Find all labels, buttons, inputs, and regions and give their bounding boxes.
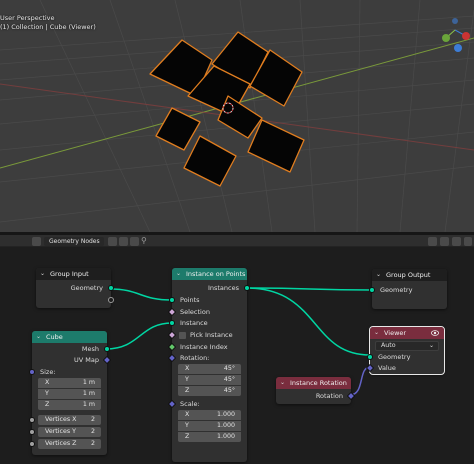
input-label-points: Points	[180, 296, 200, 304]
size-y-field[interactable]: Y1 m	[38, 389, 101, 399]
rotation-z-field[interactable]: Z 45°	[178, 386, 241, 396]
pick-instance-checkbox[interactable]	[179, 332, 186, 339]
rotation-x-field[interactable]: X 45°	[178, 364, 241, 374]
blender-window: User Perspective (1) Collection | Cube (…	[0, 0, 474, 464]
fake-user-shield-icon[interactable]	[108, 237, 117, 246]
output-label-instances: Instances	[207, 284, 239, 292]
output-label-geometry: Geometry	[70, 284, 103, 292]
link-mesh-to-instance	[105, 322, 173, 350]
node-title: Group Input	[50, 270, 89, 278]
input-socket-vertices-x[interactable]	[29, 417, 35, 423]
scale-z-field[interactable]: Z 1.000	[178, 432, 241, 442]
navigation-gizmo-icon	[442, 18, 470, 52]
size-z-field[interactable]: Z1 m	[38, 400, 101, 410]
cube-node[interactable]: ⌄ Cube Mesh UV Map Size: X1 m Y1 m Z1 m V…	[29, 331, 112, 455]
node-group-name: Geometry Nodes	[49, 238, 100, 245]
node-editor-canvas[interactable]: ⌄ Group Input Geometry ⌄ Cube Mesh UV Map …	[0, 247, 474, 464]
scale-label: Scale:	[180, 400, 200, 408]
output-socket-geometry[interactable]	[108, 285, 114, 291]
pick-instance-label: Pick Instance	[190, 331, 233, 339]
editor-type-icon[interactable]	[32, 237, 41, 246]
collapse-chevron-icon[interactable]: ⌄	[176, 268, 181, 280]
eye-icon[interactable]	[431, 329, 439, 337]
close-icon[interactable]	[130, 237, 139, 246]
node-title: Cube	[46, 333, 63, 341]
link-rotation-to-value	[349, 366, 371, 396]
viewer-node[interactable]: ⌄ Viewer Auto ⌄ Geometry Value	[365, 326, 445, 375]
input-label-geometry: Geometry	[378, 353, 411, 361]
scale-y-field[interactable]: Y 1.000	[178, 421, 241, 431]
output-label-mesh: Mesh	[81, 345, 99, 353]
viewer-header[interactable]: ⌄ Viewer	[370, 327, 444, 339]
rotation-label: Rotation:	[180, 354, 210, 362]
cube-node-header[interactable]: ⌄ Cube	[32, 331, 107, 343]
group-output-header[interactable]: ⌄ Group Output	[372, 269, 447, 281]
scale-x-field[interactable]: X 1.000	[178, 410, 241, 420]
input-socket-vertices-y[interactable]	[29, 429, 35, 435]
node-group-selector[interactable]: Geometry Nodes	[44, 237, 104, 246]
input-label-instance: Instance	[180, 319, 208, 327]
input-socket-points[interactable]	[169, 297, 175, 303]
rotation-y-field[interactable]: Y 45°	[178, 375, 241, 385]
collapse-chevron-icon[interactable]: ⌄	[40, 268, 45, 280]
collapse-chevron-icon[interactable]: ⌄	[374, 327, 379, 339]
more-icon[interactable]	[464, 237, 472, 246]
node-title: Viewer	[384, 329, 407, 337]
pin-icon[interactable]: ⚲	[141, 236, 149, 246]
toggle-icon[interactable]	[452, 237, 461, 246]
collapse-chevron-icon[interactable]: ⌄	[376, 269, 381, 281]
node-editor-header: Geometry Nodes ⚲	[0, 235, 474, 247]
group-input-node[interactable]: ⌄ Group Input Geometry	[36, 268, 114, 308]
collapse-chevron-icon[interactable]: ⌄	[36, 331, 41, 343]
input-socket-vertices-z[interactable]	[29, 441, 35, 447]
size-label: Size:	[40, 368, 56, 376]
collapse-chevron-icon[interactable]: ⌄	[280, 377, 285, 389]
size-x-field[interactable]: X1 m	[38, 378, 101, 388]
input-label-instance-index: Instance Index	[180, 343, 228, 351]
instance-rotation-header[interactable]: ⌄ Instance Rotation	[276, 377, 351, 389]
node-title: Instance Rotation	[290, 379, 347, 387]
output-label-rotation: Rotation	[315, 392, 343, 400]
input-label-selection: Selection	[180, 308, 210, 316]
instance-on-points-header[interactable]: ⌄ Instance on Points	[172, 268, 247, 280]
vertices-x-field[interactable]: Vertices X2	[38, 415, 101, 425]
link-geometry-to-points	[109, 288, 173, 301]
vertices-y-field[interactable]: Vertices Y2	[38, 427, 101, 437]
output-label-uv-map: UV Map	[74, 356, 99, 364]
vertices-z-field[interactable]: Vertices Z2	[38, 439, 101, 449]
3d-viewport[interactable]: User Perspective (1) Collection | Cube (…	[0, 0, 474, 232]
overlay-icon[interactable]	[428, 237, 437, 246]
input-socket-geometry[interactable]	[369, 287, 375, 293]
instance-rotation-node[interactable]: ⌄ Instance Rotation Rotation	[276, 377, 356, 404]
domain-dropdown[interactable]: Auto ⌄	[375, 341, 439, 351]
empty-output-socket[interactable]	[108, 297, 114, 303]
instance-on-points-node[interactable]: ⌄ Instance on Points Instances Points Sel…	[167, 268, 250, 462]
input-socket-instance[interactable]	[169, 320, 175, 326]
input-socket-size[interactable]	[29, 369, 35, 375]
group-input-header[interactable]: ⌄ Group Input	[36, 268, 111, 280]
link-instances-to-viewer	[245, 287, 371, 356]
chevron-down-icon: ⌄	[428, 342, 434, 349]
snap-icon[interactable]	[440, 237, 449, 246]
group-output-node[interactable]: ⌄ Group Output Geometry	[369, 269, 447, 309]
input-label-value: Value	[378, 364, 396, 372]
node-title: Group Output	[386, 271, 431, 279]
node-title: Instance on Points	[186, 270, 246, 278]
instanced-cubes	[149, 31, 305, 187]
viewport-collection-label: (1) Collection | Cube (Viewer)	[0, 23, 96, 31]
duplicate-icon[interactable]	[119, 237, 128, 246]
output-socket-instances[interactable]	[244, 285, 250, 291]
input-label-geometry: Geometry	[380, 286, 413, 294]
output-socket-mesh[interactable]	[104, 346, 110, 352]
viewport-scene	[0, 0, 474, 232]
input-socket-geometry[interactable]	[367, 354, 373, 360]
viewport-view-label: User Perspective	[0, 14, 55, 22]
